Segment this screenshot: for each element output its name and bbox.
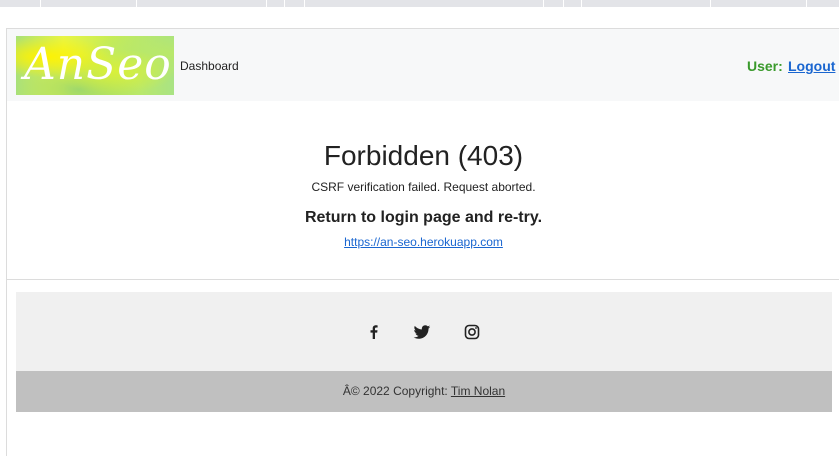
error-message: CSRF verification failed. Request aborte… <box>311 180 536 194</box>
author-link[interactable]: Tim Nolan <box>451 384 505 398</box>
bookmark-separator <box>40 0 41 7</box>
logout-link[interactable]: Logout <box>788 58 835 74</box>
content-divider <box>7 279 839 280</box>
bookmark-separator <box>710 0 711 7</box>
browser-bookmarks-bar <box>0 0 839 7</box>
bookmark-separator <box>266 0 267 7</box>
bookmark-separator <box>563 0 564 7</box>
footer-social-bar <box>16 292 832 371</box>
footer-copyright-bar: Â© 2022 Copyright: Tim Nolan <box>16 371 832 412</box>
bookmark-separator <box>304 0 305 7</box>
facebook-icon-glyph <box>370 325 378 339</box>
brand-logo[interactable]: AnSeo <box>16 36 174 95</box>
user-label: User: <box>747 58 783 74</box>
nav-link-dashboard[interactable]: Dashboard <box>180 59 239 73</box>
twitter-icon-glyph <box>413 325 431 339</box>
navbar: AnSeo Dashboard User: Logout <box>7 29 839 101</box>
login-link-container: https://an-seo.herokuapp.com <box>7 235 839 249</box>
page-title: Forbidden (403) <box>323 140 524 171</box>
facebook-icon[interactable] <box>364 322 384 342</box>
instagram-icon-glyph <box>464 324 480 340</box>
return-instruction: Return to login page and re-try. <box>304 209 543 226</box>
instagram-icon[interactable] <box>462 322 482 342</box>
login-page-link[interactable]: https://an-seo.herokuapp.com <box>344 235 503 249</box>
bookmark-separator <box>806 0 807 7</box>
copyright-prefix: Â© 2022 Copyright: <box>342 384 451 398</box>
bookmark-separator <box>136 0 137 7</box>
bookmark-separator <box>581 0 582 7</box>
twitter-icon[interactable] <box>412 322 432 342</box>
logo-text: AnSeo <box>24 39 172 90</box>
copyright-text: Â© 2022 Copyright: Tim Nolan <box>16 384 832 398</box>
page-container: AnSeo Dashboard User: Logout Forbidden (… <box>6 28 839 456</box>
bookmark-separator <box>543 0 544 7</box>
bookmark-separator <box>284 0 285 7</box>
